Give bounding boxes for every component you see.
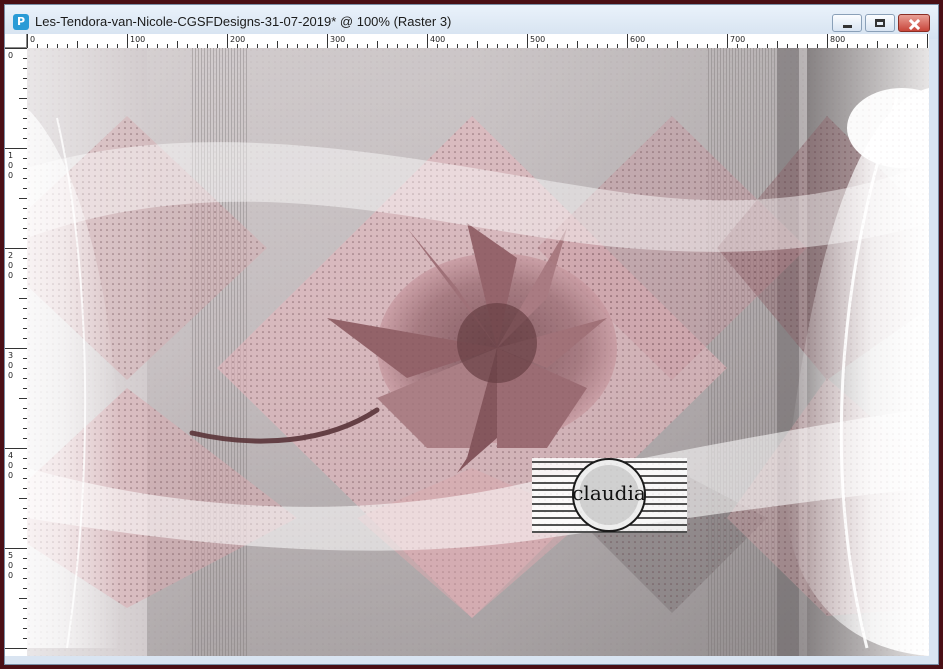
ruler-label: 0 xyxy=(8,171,13,180)
ruler-label: 0 xyxy=(30,35,35,44)
ruler-label: 0 xyxy=(8,361,13,370)
minimize-icon xyxy=(833,15,861,31)
ruler-label: 0 xyxy=(8,161,13,170)
ruler-label: 800 xyxy=(830,35,845,44)
ruler-label: 700 xyxy=(730,35,745,44)
window-title: Les-Tendora-van-Nicole-CGSFDesigns-31-07… xyxy=(35,14,452,29)
ruler-label: 0 xyxy=(8,571,13,580)
ruler-label: 0 xyxy=(8,271,13,280)
ruler-label: 0 xyxy=(8,561,13,570)
ruler-label: 0 xyxy=(8,471,13,480)
ruler-label: 4 xyxy=(8,451,13,460)
ruler-label: 300 xyxy=(330,35,345,44)
ruler-label: 0 xyxy=(8,261,13,270)
maximize-icon xyxy=(866,15,894,31)
ruler-label: 0 xyxy=(8,371,13,380)
ruler-label: 600 xyxy=(630,35,645,44)
ruler-label: 5 xyxy=(8,551,13,560)
ruler-label: 200 xyxy=(230,35,245,44)
ruler-label: 1 xyxy=(8,151,13,160)
ruler-corner xyxy=(5,34,27,48)
close-button[interactable] xyxy=(898,14,930,32)
ruler-label: 100 xyxy=(130,35,145,44)
minimize-button[interactable] xyxy=(832,14,862,32)
app-icon[interactable]: P xyxy=(13,14,29,30)
artwork: claudia xyxy=(27,48,929,656)
ruler-label: 500 xyxy=(530,35,545,44)
ruler-label: 2 xyxy=(8,251,13,260)
vertical-ruler[interactable]: 0100200300400500 xyxy=(5,48,28,656)
ruler-label: 0 xyxy=(8,51,13,60)
close-icon xyxy=(899,15,929,31)
horizontal-ruler[interactable]: 0 100 200 300 400 500 600 700 800 xyxy=(27,34,929,49)
ruler-label: 3 xyxy=(8,351,13,360)
ruler-label: 0 xyxy=(8,461,13,470)
maximize-button[interactable] xyxy=(865,14,895,32)
image-canvas[interactable]: claudia xyxy=(27,48,929,656)
ruler-label: 400 xyxy=(430,35,445,44)
